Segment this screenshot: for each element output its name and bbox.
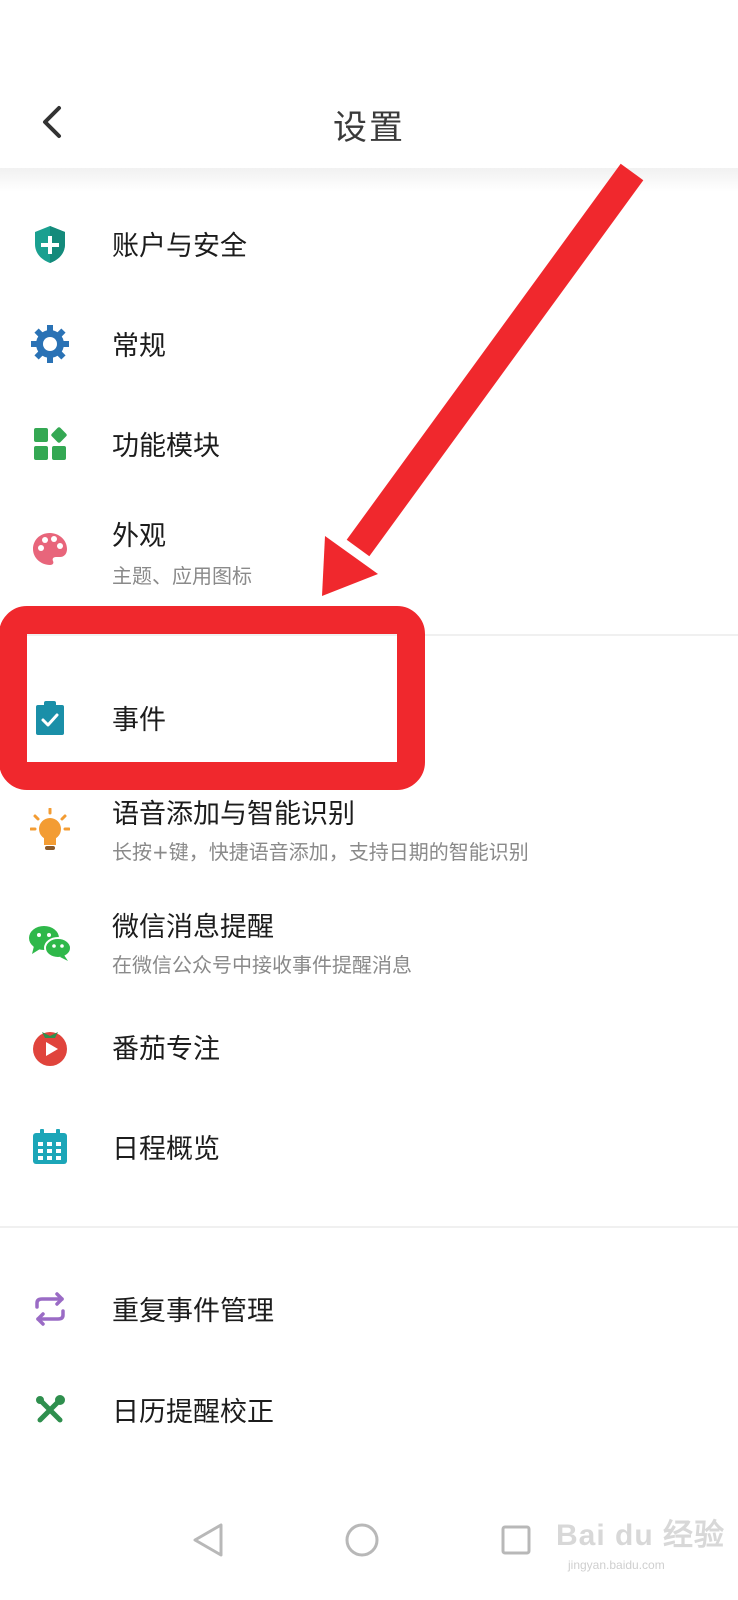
settings-item-label: 账户与安全 xyxy=(112,231,247,262)
settings-item-events[interactable]: 事件 xyxy=(0,674,738,764)
wechat-icon xyxy=(28,921,72,965)
nav-home-button[interactable] xyxy=(330,1508,394,1572)
settings-item-appearance[interactable]: 外观 主题、应用图标 xyxy=(0,500,738,600)
section-divider xyxy=(0,634,738,636)
settings-item-label: 功能模块 xyxy=(112,431,220,462)
settings-item-description: 主题、应用图标 xyxy=(112,564,252,588)
section-divider xyxy=(0,1226,738,1228)
circle-home-icon xyxy=(345,1523,379,1557)
settings-item-description: 长按+键，快捷语音添加，支持日期的智能识别 xyxy=(112,840,529,864)
top-bar: 设置 xyxy=(0,0,738,170)
settings-item-voice-add[interactable]: 语音添加与智能识别 长按+键，快捷语音添加，支持日期的智能识别 xyxy=(0,780,738,880)
settings-item-account-security[interactable]: 账户与安全 xyxy=(0,200,738,290)
settings-item-calendar-reminder-fix[interactable]: 日历提醒校正 xyxy=(0,1366,738,1456)
square-recents-icon xyxy=(501,1525,531,1555)
baidu-watermark: Bai du 经验 jingyan.baidu.com xyxy=(556,1490,732,1590)
settings-item-label: 日历提醒校正 xyxy=(112,1397,274,1428)
watermark-text: Bai du 经验 xyxy=(556,1519,726,1552)
settings-item-wechat-reminder[interactable]: 微信消息提醒 在微信公众号中接收事件提醒消息 xyxy=(0,895,738,995)
modules-icon xyxy=(28,422,72,466)
watermark-url: jingyan.baidu.com xyxy=(568,1558,665,1572)
settings-item-general[interactable]: 常规 xyxy=(0,300,738,390)
lightbulb-icon xyxy=(28,808,72,852)
repeat-icon xyxy=(28,1287,72,1331)
settings-item-label: 外观 xyxy=(112,521,166,552)
nav-back-button[interactable] xyxy=(176,1508,240,1572)
settings-item-label: 事件 xyxy=(112,705,166,736)
nav-recents-button[interactable] xyxy=(484,1508,548,1572)
settings-item-repeat-events[interactable]: 重复事件管理 xyxy=(0,1265,738,1355)
triangle-back-icon xyxy=(193,1523,223,1557)
settings-item-schedule-overview[interactable]: 日程概览 xyxy=(0,1103,738,1193)
settings-item-pomodoro[interactable]: 番茄专注 xyxy=(0,1003,738,1093)
settings-item-modules[interactable]: 功能模块 xyxy=(0,400,738,490)
settings-item-description: 在微信公众号中接收事件提醒消息 xyxy=(112,953,412,977)
calendar-grid-icon xyxy=(28,1125,72,1169)
tools-icon xyxy=(28,1388,72,1432)
clipboard-check-icon xyxy=(28,696,72,740)
palette-icon xyxy=(28,527,72,571)
settings-item-label: 微信消息提醒 xyxy=(112,912,274,943)
settings-item-label: 日程概览 xyxy=(112,1134,220,1165)
settings-item-label: 语音添加与智能识别 xyxy=(112,799,355,830)
settings-item-label: 常规 xyxy=(112,331,166,362)
gear-icon xyxy=(28,322,72,366)
settings-item-label: 番茄专注 xyxy=(112,1034,220,1065)
tomato-icon xyxy=(28,1025,72,1069)
settings-item-label: 重复事件管理 xyxy=(112,1296,274,1327)
shield-icon xyxy=(28,222,72,266)
page-title: 设置 xyxy=(333,108,405,148)
